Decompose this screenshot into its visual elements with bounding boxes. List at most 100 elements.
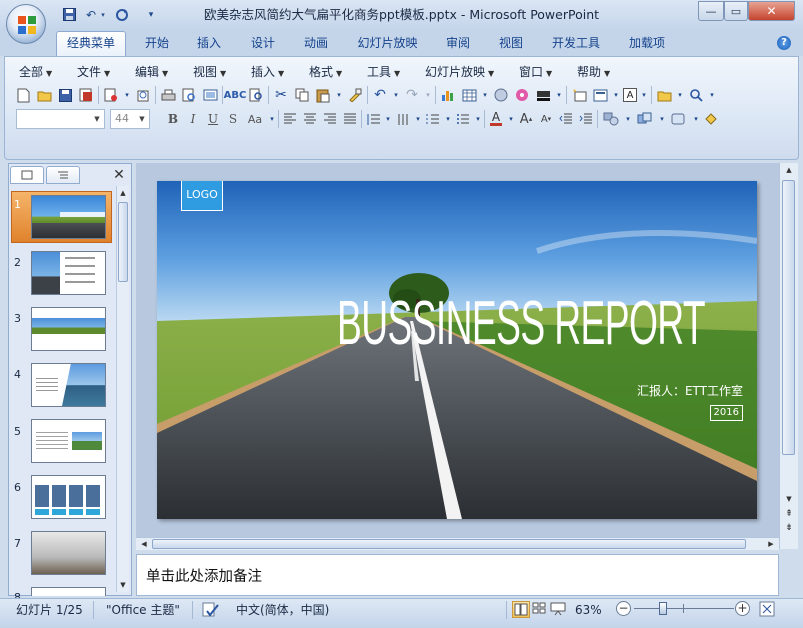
- menu-help[interactable]: 帮助 ▼: [577, 64, 610, 80]
- menu-window[interactable]: 窗口 ▼: [519, 64, 552, 80]
- slide-sorter-icon[interactable]: [531, 601, 549, 618]
- menu-tools[interactable]: 工具 ▼: [367, 64, 400, 80]
- scroll-thumb[interactable]: [118, 202, 128, 282]
- scroll-left-icon[interactable]: ◀: [138, 538, 150, 550]
- slide-thumbnail-8[interactable]: [31, 587, 106, 596]
- chevron-down-icon[interactable]: ▾: [507, 110, 515, 128]
- layout-icon[interactable]: [591, 86, 609, 104]
- underline-icon[interactable]: U: [204, 110, 222, 128]
- bold-icon[interactable]: B: [164, 110, 182, 128]
- slides-tab[interactable]: [10, 166, 44, 184]
- chevron-down-icon[interactable]: ▾: [708, 86, 716, 104]
- fit-to-window-icon[interactable]: [759, 601, 775, 617]
- chevron-down-icon[interactable]: ▾: [335, 86, 343, 104]
- quick-styles-icon[interactable]: [668, 110, 690, 128]
- tab-home[interactable]: 开始: [138, 31, 176, 56]
- chevron-down-icon[interactable]: ▾: [612, 86, 620, 104]
- tab-slideshow[interactable]: 幻灯片放映: [350, 31, 425, 56]
- line-spacing-icon[interactable]: [364, 110, 382, 128]
- print-icon[interactable]: [159, 86, 177, 104]
- slide-thumbnail-2[interactable]: [31, 251, 106, 295]
- normal-view-icon[interactable]: [512, 601, 530, 618]
- shape-fill-bucket-icon[interactable]: [702, 110, 720, 128]
- chevron-down-icon[interactable]: ▾: [624, 110, 632, 128]
- copy-icon[interactable]: [293, 86, 311, 104]
- tab-design[interactable]: 设计: [244, 31, 282, 56]
- save-icon[interactable]: [60, 6, 78, 23]
- menu-format[interactable]: 格式 ▼: [309, 64, 342, 80]
- maximize-button[interactable]: ▭: [724, 1, 748, 21]
- close-panel-icon[interactable]: ✕: [112, 168, 126, 182]
- align-left-icon[interactable]: [281, 110, 299, 128]
- slide-thumbnail-5[interactable]: [31, 419, 106, 463]
- notes-pane[interactable]: 单击此处添加备注: [136, 554, 779, 596]
- undo-dropdown-icon[interactable]: ▾: [98, 6, 108, 23]
- scroll-up-icon[interactable]: ▲: [118, 187, 128, 199]
- font-size-combo[interactable]: 44 ▼: [110, 109, 150, 129]
- increase-indent-icon[interactable]: [577, 110, 595, 128]
- minimize-button[interactable]: —: [698, 1, 724, 21]
- tab-view[interactable]: 视图: [492, 31, 530, 56]
- customize-qat-icon[interactable]: ▾: [145, 6, 157, 23]
- scroll-down-icon[interactable]: ▼: [783, 493, 795, 505]
- justify-icon[interactable]: [341, 110, 359, 128]
- slide-thumbnail-7[interactable]: [31, 531, 106, 575]
- slideshow-view-icon[interactable]: [550, 601, 568, 618]
- scroll-down-icon[interactable]: ▼: [118, 579, 128, 591]
- slide-scrollbar[interactable]: ▲ ▼ ⇞ ⇟: [779, 163, 798, 549]
- open-folder-icon[interactable]: [35, 86, 53, 104]
- chevron-down-icon[interactable]: ▾: [392, 86, 400, 104]
- slide-logo-box[interactable]: LOGO: [181, 181, 223, 211]
- open-folder-icon[interactable]: [655, 86, 673, 104]
- language[interactable]: 中文(简体，中国): [236, 601, 329, 619]
- insert-table-icon[interactable]: [460, 86, 478, 104]
- save-as-pdf-icon[interactable]: [77, 86, 95, 104]
- zoom-in-icon[interactable]: +: [735, 601, 750, 616]
- zoom-slider-track[interactable]: [634, 608, 734, 609]
- text-direction-icon[interactable]: [394, 110, 412, 128]
- align-center-icon[interactable]: [301, 110, 319, 128]
- shadow-icon[interactable]: S: [224, 110, 242, 128]
- zoom-slider-thumb[interactable]: [659, 602, 668, 615]
- scroll-up-icon[interactable]: ▲: [783, 164, 795, 176]
- menu-view[interactable]: 视图 ▼: [193, 64, 226, 80]
- chevron-down-icon[interactable]: ▾: [481, 86, 489, 104]
- font-name-combo[interactable]: ▼: [16, 109, 105, 129]
- change-case-icon[interactable]: Aa: [244, 110, 266, 128]
- spell-check-icon[interactable]: [202, 602, 220, 618]
- previous-slide-icon[interactable]: ⇞: [783, 508, 795, 520]
- cut-icon[interactable]: ✂: [272, 86, 290, 104]
- italic-icon[interactable]: I: [184, 110, 202, 128]
- chevron-down-icon[interactable]: ▾: [268, 110, 276, 128]
- menu-file[interactable]: 文件 ▼: [77, 64, 110, 80]
- next-slide-icon[interactable]: ⇟: [783, 522, 795, 534]
- chevron-down-icon[interactable]: ▾: [555, 86, 563, 104]
- tab-developer[interactable]: 开发工具: [545, 31, 607, 56]
- horizontal-scrollbar[interactable]: ◀ ▶: [136, 537, 779, 550]
- decrease-indent-icon[interactable]: [557, 110, 575, 128]
- chevron-down-icon[interactable]: ▾: [692, 110, 700, 128]
- arrange-icon[interactable]: [634, 110, 656, 128]
- help-icon[interactable]: ?: [777, 36, 791, 50]
- align-right-icon[interactable]: [321, 110, 339, 128]
- new-slide-icon[interactable]: [570, 86, 588, 104]
- undo-icon[interactable]: ↶: [371, 86, 389, 104]
- current-slide[interactable]: LOGO BUSSINESS REPORT 汇报人：ETT工作室 2016: [157, 181, 757, 519]
- permission-icon[interactable]: [102, 86, 120, 104]
- slide-thumbnail-3[interactable]: [31, 307, 106, 351]
- chevron-down-icon[interactable]: ▾: [474, 110, 482, 128]
- save-icon[interactable]: [56, 86, 74, 104]
- chevron-down-icon[interactable]: ▾: [414, 110, 422, 128]
- tab-review[interactable]: 审阅: [439, 31, 477, 56]
- textbox-icon[interactable]: A: [623, 88, 637, 102]
- chevron-down-icon[interactable]: ▾: [640, 86, 648, 104]
- shapes-icon[interactable]: [600, 110, 622, 128]
- tab-animation[interactable]: 动画: [297, 31, 335, 56]
- menu-insert[interactable]: 插入 ▼: [251, 64, 284, 80]
- slide-thumbnail-1[interactable]: [31, 195, 106, 239]
- slide-thumbnail-4[interactable]: [31, 363, 106, 407]
- close-button[interactable]: ✕: [748, 1, 795, 21]
- shape-fill-icon[interactable]: [534, 86, 552, 104]
- insert-chart-icon[interactable]: [439, 86, 457, 104]
- chevron-down-icon[interactable]: ▾: [123, 86, 131, 104]
